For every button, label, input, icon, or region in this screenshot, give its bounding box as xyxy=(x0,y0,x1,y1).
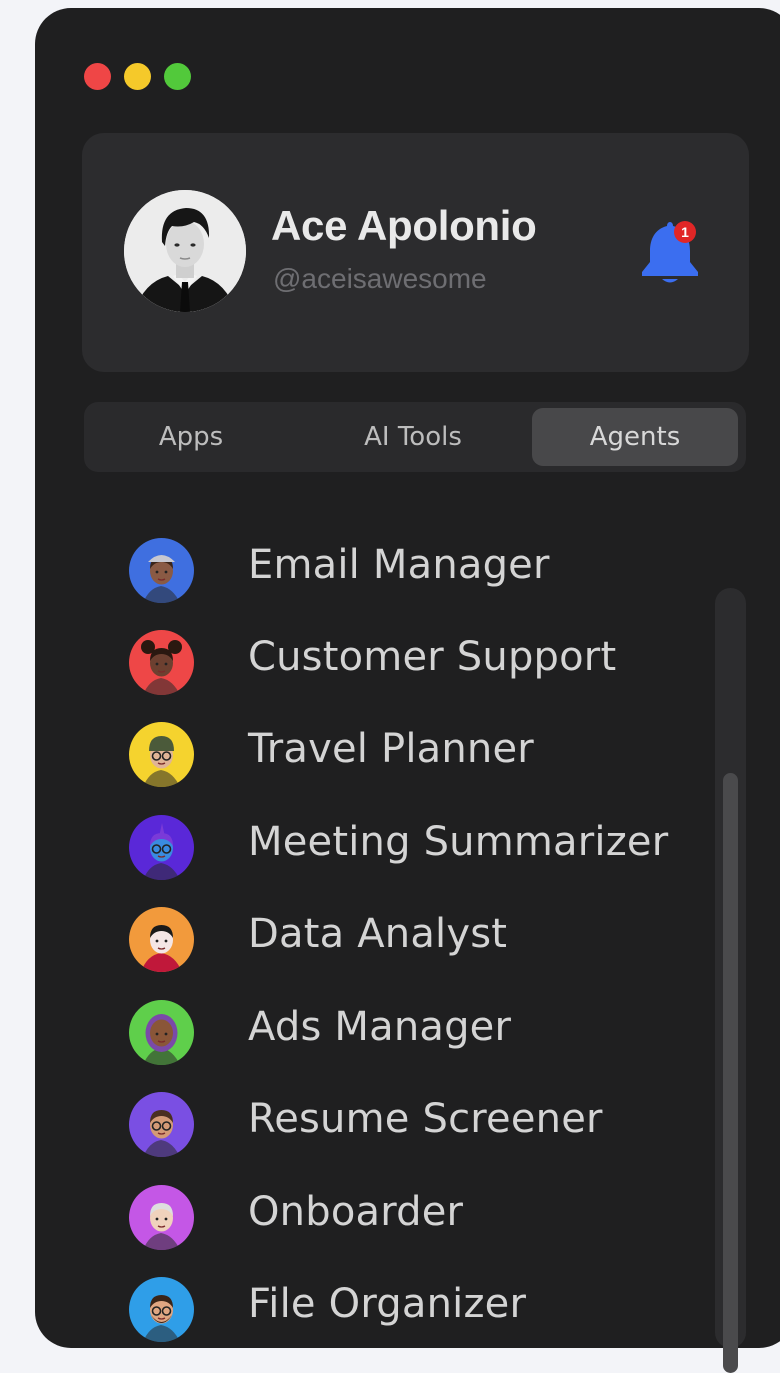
agent-label: File Organizer xyxy=(248,1281,527,1327)
tab-bar: Apps AI Tools Agents xyxy=(84,402,746,472)
list-item[interactable]: Customer Support xyxy=(129,628,689,696)
user-photo-icon xyxy=(124,190,246,312)
tab-apps[interactable]: Apps xyxy=(88,408,294,466)
agent-avatar-icon xyxy=(129,1277,194,1342)
tab-agents[interactable]: Agents xyxy=(532,408,738,466)
scrollbar-thumb[interactable] xyxy=(723,773,738,1373)
notification-badge: 1 xyxy=(674,221,696,243)
agent-avatar-icon xyxy=(129,907,194,972)
avatar[interactable] xyxy=(124,190,246,312)
list-item[interactable]: Travel Planner xyxy=(129,720,689,788)
list-item[interactable]: Meeting Summarizer xyxy=(129,813,689,881)
agent-label: Onboarder xyxy=(248,1189,464,1235)
agent-label: Email Manager xyxy=(248,542,550,588)
list-item[interactable]: Onboarder xyxy=(129,1183,689,1251)
agent-avatar-icon xyxy=(129,630,194,695)
agent-label: Ads Manager xyxy=(248,1004,512,1050)
profile-handle: @aceisawesome xyxy=(273,263,487,294)
zoom-window-button[interactable] xyxy=(164,63,191,90)
agent-label: Meeting Summarizer xyxy=(248,819,669,865)
list-item[interactable]: File Organizer xyxy=(129,1275,689,1343)
window-controls xyxy=(84,63,191,90)
agent-label: Travel Planner xyxy=(248,726,534,772)
list-item[interactable]: Ads Manager xyxy=(129,998,689,1066)
tab-ai-tools[interactable]: AI Tools xyxy=(310,408,516,466)
scrollbar[interactable] xyxy=(715,588,746,1373)
agent-avatar-icon xyxy=(129,815,194,880)
agent-label: Data Analyst xyxy=(248,911,508,957)
agent-label: Customer Support xyxy=(248,634,617,680)
list-item[interactable]: Email Manager xyxy=(129,536,689,604)
agent-avatar-icon xyxy=(129,538,194,603)
list-item[interactable]: Resume Screener xyxy=(129,1090,689,1158)
agent-avatar-icon xyxy=(129,1000,194,1065)
agent-label: Resume Screener xyxy=(248,1096,603,1142)
list-item[interactable]: Data Analyst xyxy=(129,905,689,973)
agent-avatar-icon xyxy=(129,1185,194,1250)
profile-name: Ace Apolonio xyxy=(271,202,537,249)
agent-avatar-icon xyxy=(129,722,194,787)
minimize-window-button[interactable] xyxy=(124,63,151,90)
close-window-button[interactable] xyxy=(84,63,111,90)
agent-avatar-icon xyxy=(129,1092,194,1157)
profile-card: Ace Apolonio @aceisawesome 1 xyxy=(82,133,749,372)
